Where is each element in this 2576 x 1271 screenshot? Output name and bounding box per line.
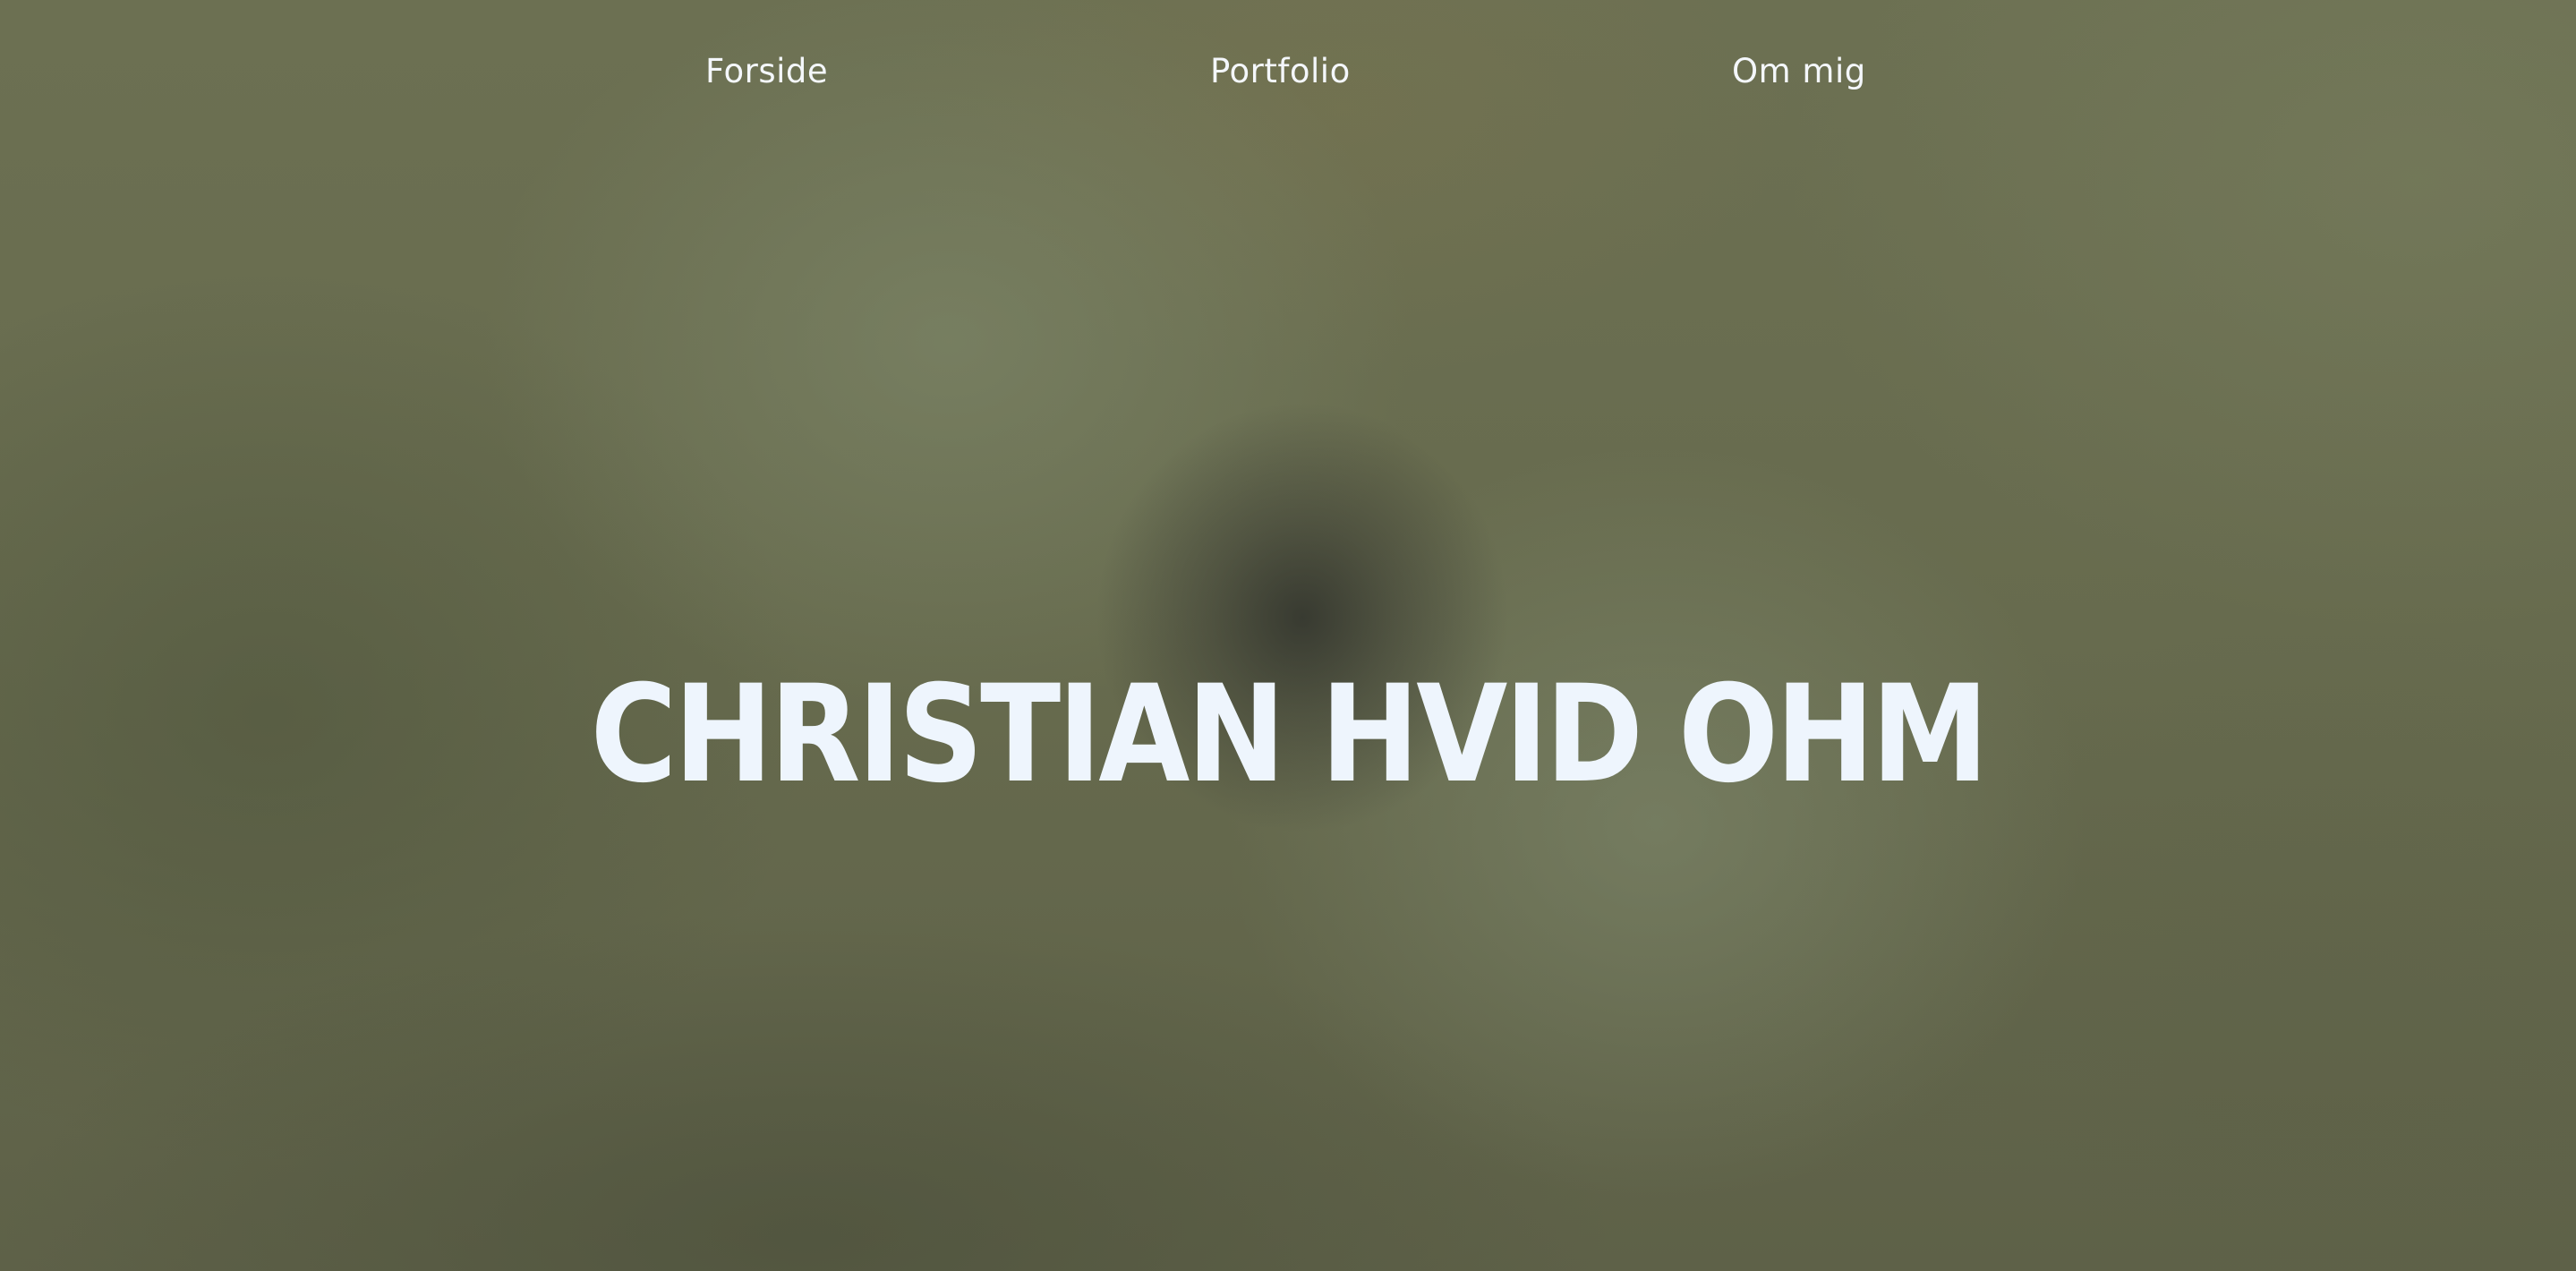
nav-link-om-mig[interactable]: Om mig xyxy=(1732,52,1866,90)
main-nav: Forside Portfolio Om mig xyxy=(0,52,2576,106)
hero-background-image xyxy=(0,0,2576,1271)
hero-title: CHRISTIAN HVID OHM xyxy=(590,656,1989,813)
nav-link-forside[interactable]: Forside xyxy=(705,52,828,90)
page: Forside Portfolio Om mig CHRISTIAN HVID … xyxy=(0,0,2576,1271)
nav-link-portfolio[interactable]: Portfolio xyxy=(1210,52,1351,90)
